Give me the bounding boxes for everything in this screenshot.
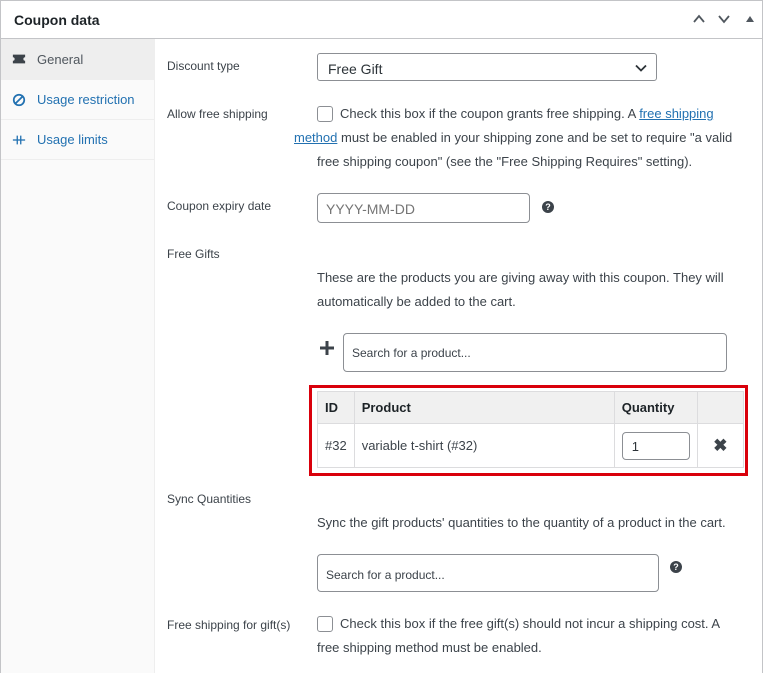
gift-free-shipping-label: Free shipping for gift(s) — [167, 618, 291, 632]
free-gifts-product-search[interactable]: Search for a product... — [343, 333, 727, 372]
tab-usage-restriction[interactable]: Usage restriction — [1, 80, 154, 120]
sync-product-search[interactable]: Search for a product... — [317, 554, 659, 592]
column-quantity: Quantity — [613, 391, 698, 424]
description-text: Check this box if the coupon grants free… — [340, 106, 640, 121]
tab-label: Usage restriction — [37, 92, 135, 107]
free-gifts-label: Free Gifts — [167, 247, 220, 261]
cell-quantity: 1 — [613, 423, 698, 468]
column-id: ID — [317, 391, 355, 424]
remove-gift-button[interactable]: ✖ — [696, 423, 745, 468]
chevron-down-icon — [718, 15, 730, 24]
free-gifts-table: ID Product Quantity #32 variable t-shirt… — [317, 391, 745, 468]
description-text: must be enabled in your shipping zone an… — [317, 130, 733, 169]
table-header-row: ID Product Quantity — [317, 391, 745, 424]
tab-general[interactable]: General — [1, 39, 154, 80]
limits-icon — [11, 132, 27, 148]
sync-quantities-description: Sync the gift products' quantities to th… — [317, 515, 726, 530]
no-entry-icon — [11, 92, 27, 108]
chevron-down-icon — [635, 64, 647, 72]
help-icon[interactable]: ? — [542, 201, 554, 213]
ticket-icon — [11, 51, 27, 67]
move-up-button[interactable] — [688, 7, 710, 31]
column-actions — [696, 391, 745, 424]
collapse-toggle-button[interactable] — [739, 7, 761, 31]
free-shipping-description: Check this box if the coupon grants free… — [294, 102, 737, 174]
free-shipping-method-link-cont[interactable]: method — [294, 130, 337, 145]
move-down-button[interactable] — [713, 7, 735, 31]
allow-free-shipping-label: Allow free shipping — [167, 107, 268, 121]
cell-product: variable t-shirt (#32) — [353, 423, 615, 468]
tab-label: General — [37, 51, 84, 67]
sync-quantities-label: Sync Quantities — [167, 492, 252, 506]
cell-id: #32 — [317, 423, 355, 468]
table-row: #32 variable t-shirt (#32) 1 ✖ — [317, 423, 745, 468]
chevron-up-icon — [693, 14, 705, 23]
discount-type-select[interactable]: Free Gift — [317, 53, 657, 81]
plus-icon[interactable] — [319, 340, 335, 356]
gift-free-shipping-description: Check this box if the free gift(s) shoul… — [317, 616, 720, 655]
column-product: Product — [353, 391, 615, 424]
panel-title: Coupon data — [14, 12, 100, 28]
quantity-input[interactable]: 1 — [621, 431, 690, 460]
panel-header: Coupon data — [1, 1, 762, 39]
coupon-expiry-label: Coupon expiry date — [167, 199, 272, 213]
triangle-up-icon — [746, 16, 754, 22]
discount-type-value: Free Gift — [328, 61, 383, 77]
coupon-expiry-input[interactable]: YYYY-MM-DD — [317, 193, 530, 223]
free-gifts-description: These are the products you are giving aw… — [317, 270, 724, 309]
tab-label: Usage limits — [37, 132, 108, 147]
close-icon: ✖ — [713, 435, 728, 455]
help-icon[interactable]: ? — [670, 561, 682, 573]
tab-usage-limits[interactable]: Usage limits — [1, 120, 154, 160]
discount-type-label: Discount type — [167, 59, 240, 73]
free-shipping-method-link[interactable]: free shipping — [639, 106, 713, 121]
coupon-tabs-sidebar: General Usage restriction Usage limits — [1, 39, 155, 673]
coupon-data-panel: Coupon data General Usage restriction Us… — [0, 0, 763, 673]
